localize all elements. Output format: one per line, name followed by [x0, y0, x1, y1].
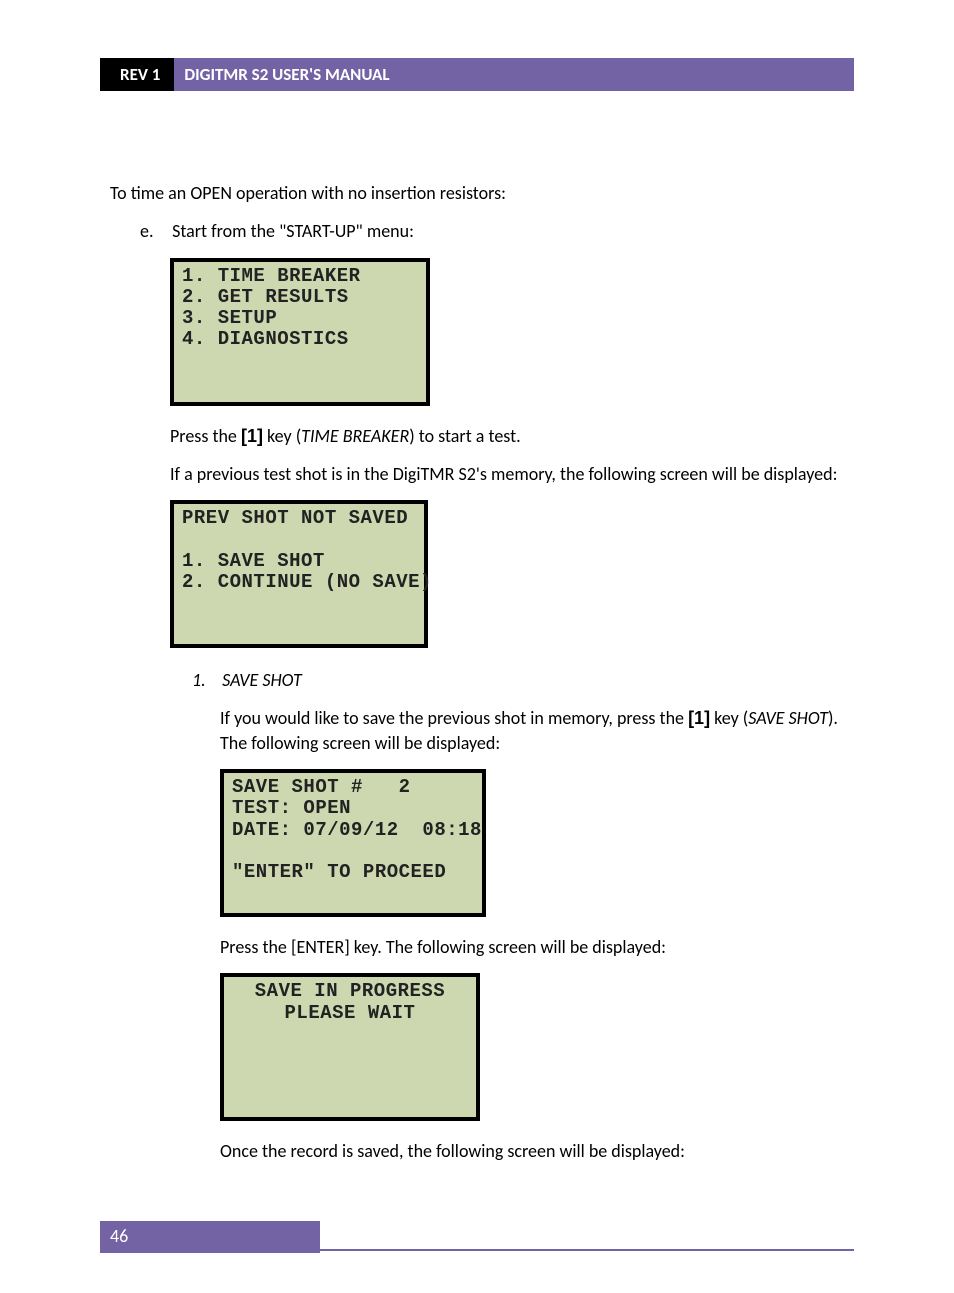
header-rev: REV 1 — [100, 58, 174, 91]
step-e-label: e. — [140, 219, 168, 243]
step-1-label: 1. — [192, 668, 218, 692]
lcd-screen-1: 1. TIME BREAKER 2. GET RESULTS 3. SETUP … — [170, 258, 430, 406]
save-text: If you would like to save the previous s… — [220, 706, 854, 755]
page-number: 46 — [100, 1221, 320, 1253]
header-title: DIGITMR S2 USER'S MANUAL — [174, 58, 854, 91]
press-1-text: Press the [1] key (TIME BREAKER) to star… — [170, 424, 854, 448]
intro-text: To time an OPEN operation with no insert… — [110, 181, 854, 205]
step-e-text: Start from the "START-UP" menu: — [172, 220, 414, 242]
footer: 46 — [100, 1249, 854, 1251]
saved-text: Once the record is saved, the following … — [220, 1139, 854, 1163]
footer-rule — [320, 1249, 854, 1251]
step-1: 1. SAVE SHOT — [192, 668, 854, 692]
prev-note: If a previous test shot is in the DigiTM… — [170, 462, 854, 486]
key-1: [1] — [241, 426, 263, 446]
step-1-text: SAVE SHOT — [222, 669, 302, 691]
lcd-screen-4: SAVE IN PROGRESSPLEASE WAIT — [220, 973, 480, 1121]
enter-text: Press the [ENTER] key. The following scr… — [220, 935, 854, 959]
key-1b: [1] — [688, 708, 710, 728]
lcd-screen-2: PREV SHOT NOT SAVED 1. SAVE SHOT 2. CONT… — [170, 500, 428, 648]
lcd-screen-3: SAVE SHOT # 2 TEST: OPEN DATE: 07/09/12 … — [220, 769, 486, 917]
step-e: e. Start from the "START-UP" menu: — [140, 219, 854, 243]
